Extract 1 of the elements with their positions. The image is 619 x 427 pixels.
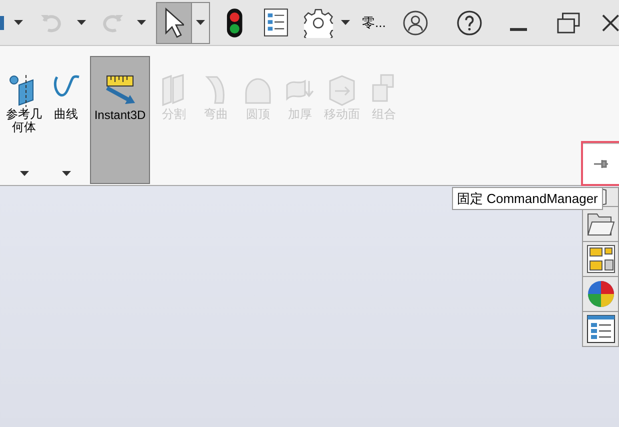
tooltip: 固定 CommandManager [452, 187, 603, 210]
